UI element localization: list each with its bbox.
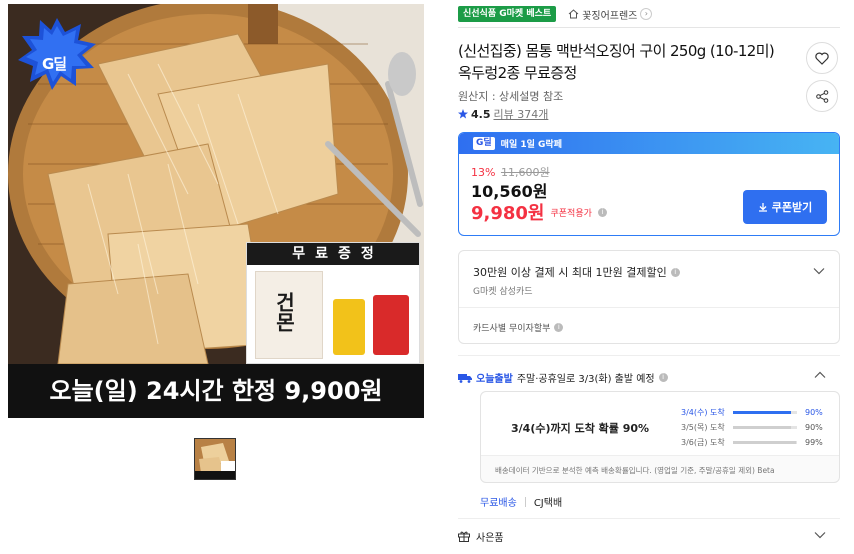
free-gift-panel: 무료증정 건몬 bbox=[246, 242, 420, 364]
store-name: 꽃징어프렌즈 bbox=[582, 10, 638, 22]
card-discount-title: 30만원 이상 결제 시 최대 1만원 결제할인 i bbox=[473, 264, 680, 280]
probability-percent: 90% bbox=[805, 423, 823, 432]
product-info-panel: 신선식품 G마켓 베스트 꽃징어프렌즈 › (신선집중) 몸통 맥반석오징어 구… bbox=[458, 0, 840, 554]
probability-bar bbox=[733, 441, 797, 444]
divider bbox=[458, 518, 840, 519]
store-icon bbox=[568, 9, 579, 19]
rating: 4.5 리뷰 374개 bbox=[458, 106, 548, 122]
shipping-note: 배송데이터 기반으로 분석한 예측 배송확률입니다. (영업일 기준, 주말/공… bbox=[495, 466, 775, 475]
gift-package: 건몬 bbox=[255, 271, 323, 359]
card-name: G마켓 삼성카드 bbox=[473, 287, 533, 297]
get-coupon-button[interactable]: 쿠폰받기 bbox=[743, 190, 827, 224]
gift-panel-title: 무료증정 bbox=[247, 243, 419, 265]
separator bbox=[524, 496, 526, 507]
gift-icon bbox=[458, 531, 470, 542]
probability-list: 3/4(수) 도착 90% 3/5(목) 도착 90% 3/6(금) 도착 99% bbox=[681, 405, 831, 450]
installment-text: 카드사별 무이자할부 bbox=[473, 324, 551, 334]
probability-row: 3/5(목) 도착 90% bbox=[681, 420, 831, 435]
tag-row: 신선식품 G마켓 베스트 꽃징어프렌즈 › bbox=[458, 6, 653, 22]
price-header-text: 매일 1일 G락페 bbox=[500, 140, 562, 150]
divider bbox=[458, 355, 840, 356]
rating-score: 4.5 bbox=[471, 107, 491, 121]
probability-bar bbox=[733, 426, 797, 429]
gdeal-badge-label: G딜 bbox=[42, 55, 67, 73]
info-icon[interactable]: i bbox=[597, 207, 607, 217]
share-button[interactable] bbox=[806, 80, 838, 112]
shipping-links: 무료배송 CJ택배 bbox=[480, 494, 562, 509]
coupon-price-row: 9,980원 쿠폰적용가 i bbox=[471, 199, 607, 225]
probability-bar-fill bbox=[733, 411, 791, 414]
review-count-link[interactable]: 리뷰 374개 bbox=[494, 106, 549, 122]
card-discount-box[interactable]: 30만원 이상 결제 시 최대 1만원 결제할인 i G마켓 삼성카드 카드사별… bbox=[458, 250, 840, 344]
shipping-description: 주말·공휴일로 3/3(화) 출발 예정 bbox=[516, 374, 655, 385]
coupon-price-label: 쿠폰적용가 bbox=[550, 208, 592, 219]
probability-row: 3/4(수) 도착 90% bbox=[681, 405, 831, 420]
gdeal-badge: G딜 bbox=[18, 18, 96, 90]
free-shipping-label: 무료배송 bbox=[480, 498, 517, 509]
image-thumbnail[interactable] bbox=[194, 438, 236, 480]
chevron-down-icon[interactable] bbox=[813, 267, 825, 275]
courier-name: CJ택배 bbox=[533, 498, 563, 509]
probability-bar bbox=[733, 411, 797, 414]
info-icon[interactable]: i bbox=[658, 373, 668, 382]
share-icon bbox=[815, 89, 828, 103]
truck-icon bbox=[458, 373, 472, 383]
chevron-right-icon: › bbox=[640, 8, 653, 20]
store-link[interactable]: 꽃징어프렌즈 › bbox=[568, 7, 653, 22]
info-icon[interactable]: i bbox=[670, 267, 680, 277]
favorite-button[interactable] bbox=[806, 42, 838, 74]
gift-package-label: 건몬 bbox=[272, 292, 296, 332]
download-icon bbox=[758, 203, 767, 212]
probability-date: 3/6(금) 도착 bbox=[681, 438, 725, 447]
delivery-probability-box: 3/4(수)까지 도착 확률 90% 3/4(수) 도착 90% 3/5(목) 도착… bbox=[480, 391, 840, 483]
installment-info: 카드사별 무이자할부 i bbox=[473, 321, 564, 334]
coupon-price: 9,980원 bbox=[471, 203, 545, 224]
product-image[interactable]: G딜 무료증정 건몬 오늘(일) 24시간 한정 9,900원 bbox=[8, 4, 424, 418]
divider bbox=[458, 27, 840, 28]
gift-label: 사은품 bbox=[476, 533, 504, 544]
gift-snack-bag-yellow bbox=[333, 299, 365, 355]
probability-row: 3/6(금) 도착 99% bbox=[681, 435, 831, 450]
arrival-probability-text: 3/4(수)까지 도착 확률 90% bbox=[511, 422, 650, 435]
product-title: (신선집중) 몸통 맥반석오징어 구이 250g (10-12미) 옥두렁2종 … bbox=[458, 42, 775, 82]
probability-percent: 99% bbox=[805, 438, 823, 447]
star-icon bbox=[458, 109, 468, 119]
today-shipping-label: 오늘출발 bbox=[476, 374, 513, 385]
card-discount-text: 30만원 이상 결제 시 최대 1만원 결제할인 bbox=[473, 266, 667, 279]
heart-icon bbox=[815, 52, 829, 65]
image-promo-banner: 오늘(일) 24시간 한정 9,900원 bbox=[8, 364, 424, 418]
gift-row[interactable]: 사은품 bbox=[458, 529, 504, 544]
divider bbox=[459, 307, 839, 308]
gdeal-mini-badge: G딜 bbox=[473, 137, 495, 150]
gift-snack-bag-red bbox=[373, 295, 409, 355]
probability-bar-fill bbox=[733, 441, 797, 444]
probability-date: 3/4(수) 도착 bbox=[681, 408, 725, 417]
chevron-up-icon[interactable] bbox=[814, 371, 826, 379]
info-icon[interactable]: i bbox=[554, 323, 564, 332]
thumbnail-banner bbox=[195, 471, 235, 479]
origin-info: 원산지 : 상세설명 참조 bbox=[458, 90, 564, 103]
delivery-probability-panel: 3/4(수)까지 도착 확률 90% 3/4(수) 도착 90% 3/5(목) 도착… bbox=[481, 392, 839, 456]
best-seller-tag[interactable]: 신선식품 G마켓 베스트 bbox=[458, 6, 557, 22]
probability-percent: 90% bbox=[805, 408, 823, 417]
price-box: G딜 매일 1일 G락페 13% 11,600원 10,560원 9,980원 … bbox=[458, 132, 840, 236]
probability-bar-fill bbox=[733, 426, 791, 429]
price-box-header: G딜 매일 1일 G락페 bbox=[459, 133, 839, 154]
get-coupon-label: 쿠폰받기 bbox=[771, 201, 813, 214]
probability-date: 3/5(목) 도착 bbox=[681, 423, 725, 432]
chevron-down-icon[interactable] bbox=[814, 531, 826, 539]
shipping-row: 오늘출발 주말·공휴일로 3/3(화) 출발 예정 i bbox=[458, 370, 668, 385]
